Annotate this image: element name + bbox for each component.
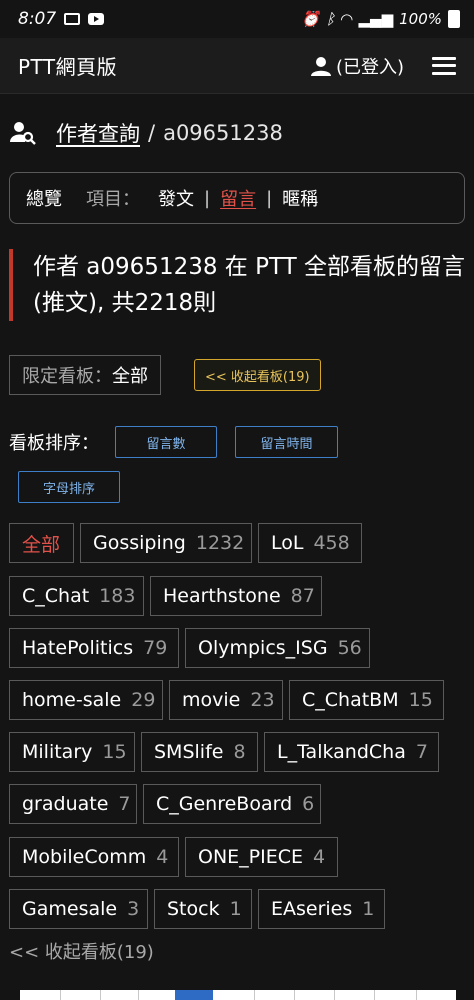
login-status[interactable]: (已登入) — [310, 53, 404, 79]
collapse-boards-button[interactable]: << 收起看板(19) — [194, 359, 321, 391]
board-tag[interactable]: MobileComm 4 — [9, 837, 179, 877]
board-tag[interactable]: EAseries 1 — [258, 889, 385, 929]
user-search-icon — [10, 122, 36, 145]
board-tag-all[interactable]: 全部 — [9, 523, 74, 563]
board-tag[interactable]: Hearthstone 87 — [150, 576, 322, 616]
sort-by-time-button[interactable]: 留言時間 — [235, 426, 338, 458]
tab-separator: | — [266, 187, 273, 209]
board-tag[interactable]: C_ChatBM 15 — [289, 680, 444, 720]
board-tag[interactable]: Gossiping 1232 — [80, 523, 252, 563]
page-title: 作者 a09651238 在 PTT 全部看板的留言(推文), 共2218則 — [9, 249, 465, 321]
clock: 8:07 — [18, 9, 57, 29]
sort-by-count-button[interactable]: 留言數 — [115, 426, 217, 458]
board-tag[interactable]: Gamesale 3 — [9, 889, 148, 929]
board-tag[interactable]: HatePolitics 79 — [9, 628, 179, 668]
breadcrumb: 作者查詢 / a09651238 — [0, 118, 474, 148]
page-divider — [334, 990, 335, 1000]
sort-alphabetical-button[interactable]: 字母排序 — [18, 471, 120, 503]
board-tag[interactable]: Military 15 — [9, 732, 135, 772]
youtube-icon — [88, 13, 105, 25]
board-tag[interactable]: Olympics_ISG 56 — [185, 628, 370, 668]
status-bar: 8:07 ⏰ ᛒ ◠ ▂▄▆ 100% — [0, 0, 474, 38]
user-icon — [310, 56, 331, 76]
tabs-label: 項目： — [86, 189, 140, 210]
board-tag[interactable]: L_TalkandCha 7 — [264, 732, 439, 772]
board-tag[interactable]: movie 23 — [169, 680, 283, 720]
bluetooth-icon: ᛒ — [325, 10, 335, 28]
board-tag[interactable]: SMSlife 8 — [141, 732, 258, 772]
item-tabs: 總覽 項目： 發文 | 留言 | 暱稱 — [9, 172, 465, 224]
board-limit-box: 限定看板： 全部 — [9, 355, 161, 395]
board-limit-value: 全部 — [112, 366, 148, 387]
alarm-icon: ⏰ — [301, 10, 320, 28]
tab-overview[interactable]: 總覽 — [26, 185, 62, 211]
tab-posts[interactable]: 發文 — [158, 185, 194, 211]
board-tag[interactable]: C_Chat 183 — [9, 576, 144, 616]
tab-nicknames[interactable]: 暱稱 — [282, 185, 318, 211]
board-tag[interactable]: Stock 1 — [154, 889, 252, 929]
pagination-bar — [20, 990, 456, 1000]
page-divider — [294, 990, 295, 1000]
battery-level: 100% — [399, 10, 442, 28]
sort-label: 看板排序： — [9, 433, 99, 454]
board-tag[interactable]: home-sale 29 — [9, 680, 163, 720]
board-tag[interactable]: LoL 458 — [258, 523, 362, 563]
page-divider — [374, 990, 375, 1000]
wifi-icon: ◠ — [340, 10, 353, 28]
breadcrumb-separator: / — [148, 121, 156, 145]
signal-icon: ▂▄▆ — [358, 10, 394, 28]
login-label: (已登入) — [335, 56, 404, 78]
top-navbar: PTT網頁版 (已登入) — [0, 38, 474, 94]
site-brand[interactable]: PTT網頁版 — [18, 51, 117, 80]
tab-comments[interactable]: 留言 — [220, 185, 256, 211]
battery-icon — [448, 10, 460, 28]
sort-row-2: 字母排序 — [0, 471, 474, 503]
board-tag[interactable]: graduate 7 — [9, 784, 137, 824]
page-divider — [138, 990, 139, 1000]
page-divider — [100, 990, 101, 1000]
author-search-link[interactable]: 作者查詢 — [56, 118, 140, 148]
board-tag[interactable]: C_GenreBoard 6 — [143, 784, 321, 824]
board-limit-label: 限定看板： — [22, 366, 112, 387]
board-filter: 限定看板： 全部 << 收起看板(19) — [0, 355, 474, 395]
page-divider — [60, 990, 61, 1000]
page-divider — [416, 990, 417, 1000]
hamburger-menu-icon[interactable] — [432, 56, 456, 75]
board-tag[interactable]: ONE_PIECE 4 — [185, 837, 338, 877]
sort-row: 看板排序： 留言數 留言時間 — [0, 426, 474, 458]
collapse-boards-link[interactable]: << 收起看板(19) — [9, 938, 154, 964]
pagination-active-page[interactable] — [175, 990, 213, 1000]
notification-icon — [64, 13, 81, 25]
breadcrumb-user: a09651238 — [163, 121, 283, 145]
page-divider — [254, 990, 255, 1000]
tab-separator: | — [204, 187, 211, 209]
